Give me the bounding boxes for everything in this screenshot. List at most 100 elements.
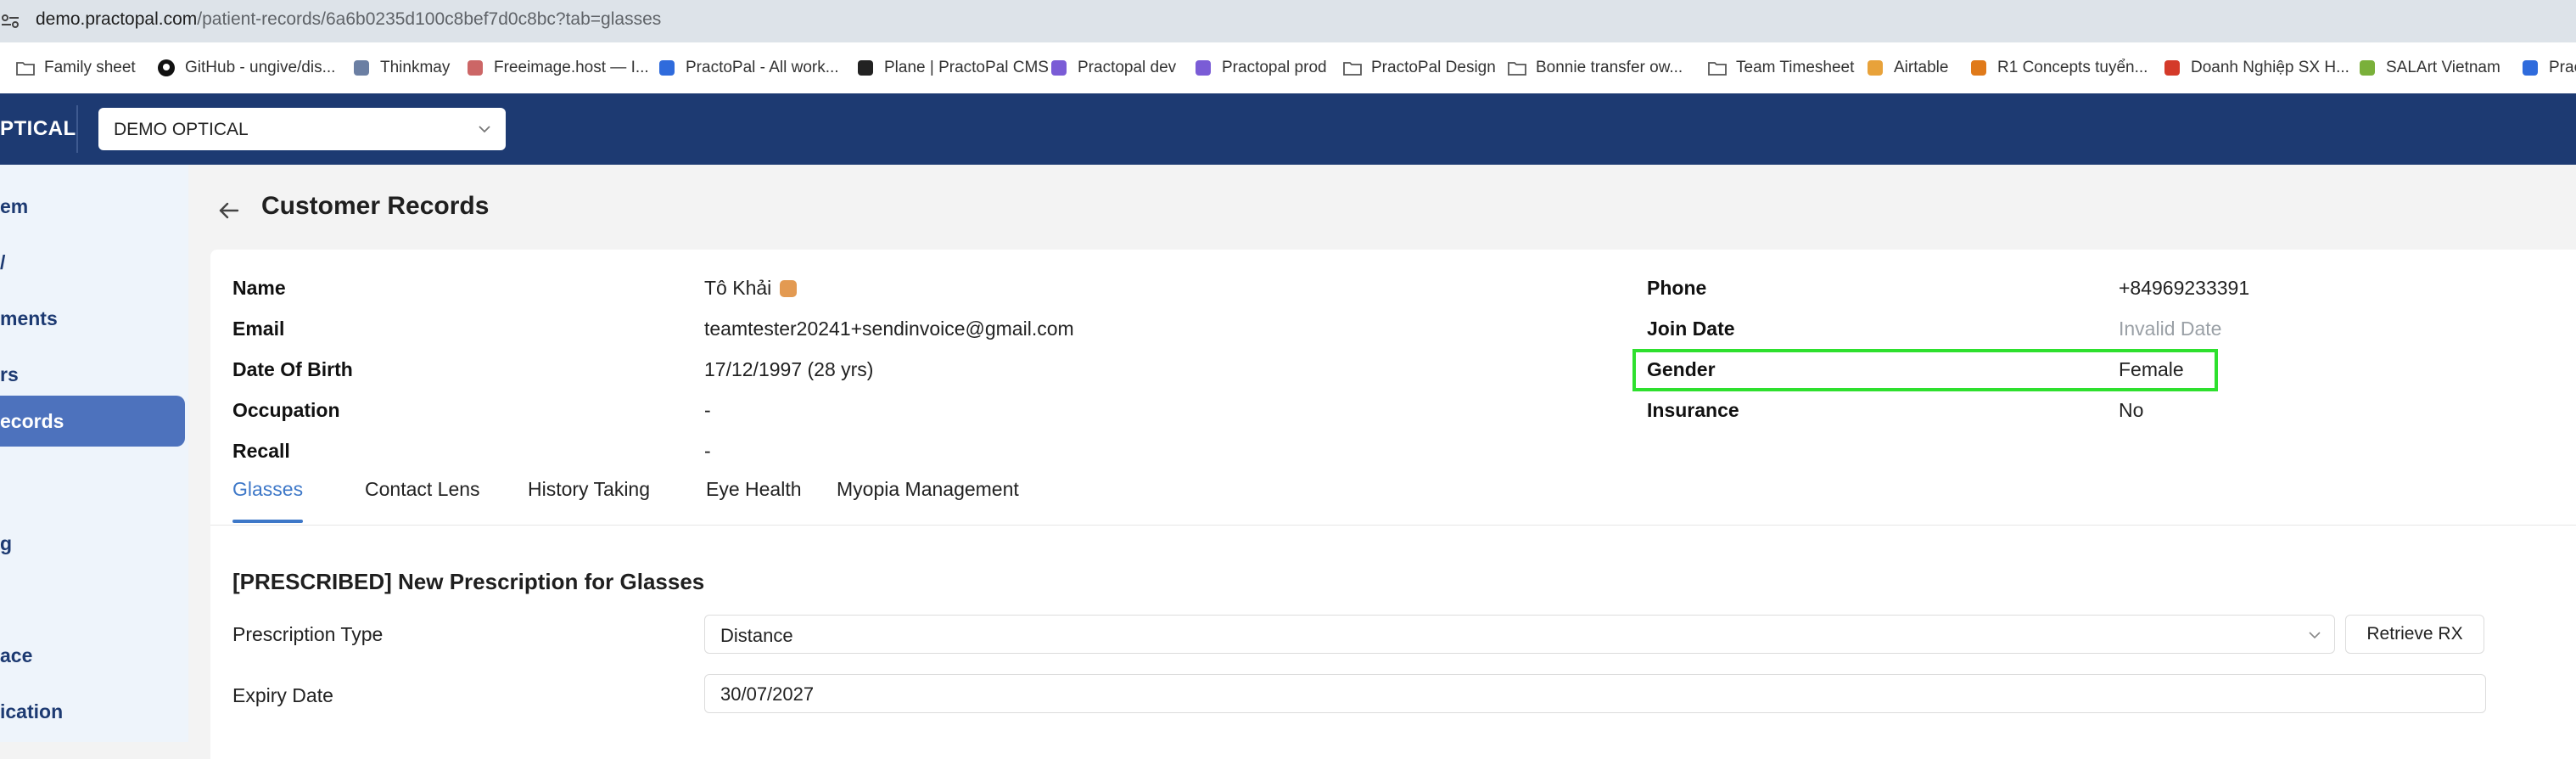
insurance-value: No: [2119, 399, 2144, 421]
practopal-prod-icon: [1196, 60, 1211, 76]
sidebar-item[interactable]: ecords: [0, 396, 185, 447]
bookmark-item[interactable]: GitHub - ungive/dis...: [156, 57, 335, 79]
tab-contact-lens[interactable]: Contact Lens: [365, 469, 480, 523]
prescription-type-select[interactable]: Distance: [704, 615, 2335, 654]
bookmark-item[interactable]: Bonnie transfer ow...: [1507, 57, 1683, 79]
sidebar-item-label: g: [0, 532, 13, 554]
bookmark-label: Thinkmay: [380, 59, 451, 76]
bookmark-item[interactable]: Thinkmay: [351, 57, 450, 79]
doanhnghiep-icon: [2164, 60, 2180, 76]
bookmark-label: Family sheet: [44, 59, 136, 76]
bookmark-item[interactable]: Practopal dev: [1049, 57, 1176, 79]
app-header: PTICAL DEMO OPTICAL: [0, 93, 2576, 165]
sidebar-item[interactable]: /: [0, 237, 185, 288]
folder-icon: [1343, 62, 1362, 76]
prescription-section-title: [PRESCRIBED] New Prescription for Glasse…: [232, 569, 705, 594]
browser-url-bar[interactable]: demo.practopal.com/patient-records/6a6b0…: [0, 0, 2576, 42]
bookmark-item[interactable]: Practopal prod: [1193, 57, 1327, 79]
bookmark-label: Practopal dev: [1078, 59, 1177, 76]
github-icon: [158, 59, 175, 76]
freeimage-icon: [468, 60, 483, 76]
expiry-date-field[interactable]: [704, 674, 2486, 713]
tab-history-taking[interactable]: History Taking: [528, 469, 650, 523]
folder-icon: [16, 62, 35, 76]
name-label: Name: [232, 277, 286, 299]
bookmark-item[interactable]: Freeimage.host — I...: [465, 57, 649, 79]
occupation-label: Occupation: [232, 399, 340, 421]
folder-icon: [1708, 62, 1727, 76]
bookmark-label: Prac: [2549, 59, 2576, 76]
sidebar-item[interactable]: em: [0, 181, 185, 232]
folder-icon: [1508, 62, 1526, 76]
bookmark-item[interactable]: PractoPal - All work...: [657, 57, 839, 79]
bookmark-label: PractoPal - All work...: [686, 59, 839, 76]
retrieve-rx-button[interactable]: Retrieve RX: [2345, 615, 2484, 654]
sidebar-item-label: /: [0, 251, 6, 273]
phone-label: Phone: [1647, 277, 1707, 299]
bookmark-label: Doanh Nghiệp SX H...: [2191, 59, 2349, 76]
patient-record-card: Name Tô Khải Email teamtester20241+sendi…: [210, 250, 2576, 759]
bookmark-item[interactable]: PractoPal Design: [1342, 57, 1496, 79]
bookmark-item[interactable]: Family sheet: [15, 57, 136, 79]
organization-select[interactable]: DEMO OPTICAL: [98, 108, 506, 150]
bookmark-item[interactable]: Airtable: [1865, 57, 1948, 79]
dob-label: Date Of Birth: [232, 358, 353, 380]
expiry-date-input[interactable]: [720, 682, 2332, 707]
record-tabs: Glasses Contact Lens History Taking Eye Hea…: [210, 469, 2576, 526]
tab-glasses[interactable]: Glasses: [232, 469, 304, 523]
page-title: Customer Records: [261, 192, 490, 220]
brand-name: PTICAL: [0, 117, 76, 140]
patient-tag-badge: [780, 280, 798, 297]
bookmark-item[interactable]: Team Timesheet: [1707, 57, 1854, 79]
sidebar-item-label: ments: [0, 307, 58, 329]
bookmark-label: SALArt Vietnam: [2386, 59, 2500, 76]
airtable-icon: [1868, 60, 1883, 76]
email-label: Email: [232, 318, 285, 340]
sidebar: em / ments rs ecords g ace ication: [0, 165, 189, 742]
sidebar-item-label: ication: [0, 700, 64, 722]
bookmark-item[interactable]: R1 Concepts tuyển...: [1968, 57, 2148, 79]
sidebar-item[interactable]: ication: [0, 686, 185, 737]
bookmark-label: Airtable: [1894, 59, 1949, 76]
back-arrow-icon[interactable]: [214, 195, 244, 226]
bookmark-item[interactable]: Doanh Nghiệp SX H...: [2162, 57, 2349, 79]
bookmark-label: Plane | PractoPal CMS: [884, 59, 1049, 76]
name-text: Tô Khải: [704, 277, 772, 299]
practopal-icon: [659, 60, 675, 76]
brand-divider: [76, 105, 78, 153]
main-content: Customer Records Name Tô Khải Email team…: [188, 165, 2576, 759]
r1-icon: [1971, 60, 1986, 76]
url-path: /patient-records/6a6b0235d100c8bef7d0c8b…: [197, 9, 662, 29]
bookmark-label: GitHub - ungive/dis...: [185, 59, 336, 76]
url-text[interactable]: demo.practopal.com/patient-records/6a6b0…: [36, 9, 661, 30]
insurance-label: Insurance: [1647, 399, 1739, 421]
gender-highlight-box: [1632, 349, 2218, 391]
plane-icon: [858, 60, 873, 76]
thinkmay-icon: [354, 60, 369, 76]
recall-label: Recall: [232, 440, 290, 462]
bookmark-item[interactable]: Prac: [2520, 57, 2576, 79]
organization-select-value: DEMO OPTICAL: [114, 120, 249, 139]
sidebar-item-label: em: [0, 195, 29, 217]
bookmark-item[interactable]: SALArt Vietnam: [2357, 57, 2500, 79]
join-date-value: Invalid Date: [2119, 318, 2222, 340]
sidebar-item[interactable]: g: [0, 518, 185, 569]
sidebar-item[interactable]: ace: [0, 630, 185, 681]
bookmark-label: Bonnie transfer ow...: [1536, 59, 1683, 76]
bookmark-label: R1 Concepts tuyển...: [1997, 59, 2148, 76]
recall-value: -: [704, 440, 711, 462]
bookmarks-bar: Family sheet GitHub - ungive/dis... Thinkm…: [0, 42, 2576, 94]
practopal-dev-icon: [1051, 60, 1067, 76]
bookmark-label: Freeimage.host — I...: [494, 59, 649, 76]
sidebar-item[interactable]: rs: [0, 349, 185, 400]
dob-value: 17/12/1997 (28 yrs): [704, 358, 874, 380]
site-settings-icon[interactable]: [0, 12, 22, 31]
prescription-type-label: Prescription Type: [232, 623, 384, 645]
sidebar-item-label: ace: [0, 644, 33, 666]
sidebar-item[interactable]: ments: [0, 293, 185, 344]
tab-eye-health[interactable]: Eye Health: [706, 469, 802, 523]
tab-myopia-management[interactable]: Myopia Management: [837, 469, 1019, 523]
name-value: Tô Khải: [704, 277, 798, 300]
bookmark-item[interactable]: Plane | PractoPal CMS: [855, 57, 1049, 79]
chevron-down-icon: [479, 126, 490, 133]
